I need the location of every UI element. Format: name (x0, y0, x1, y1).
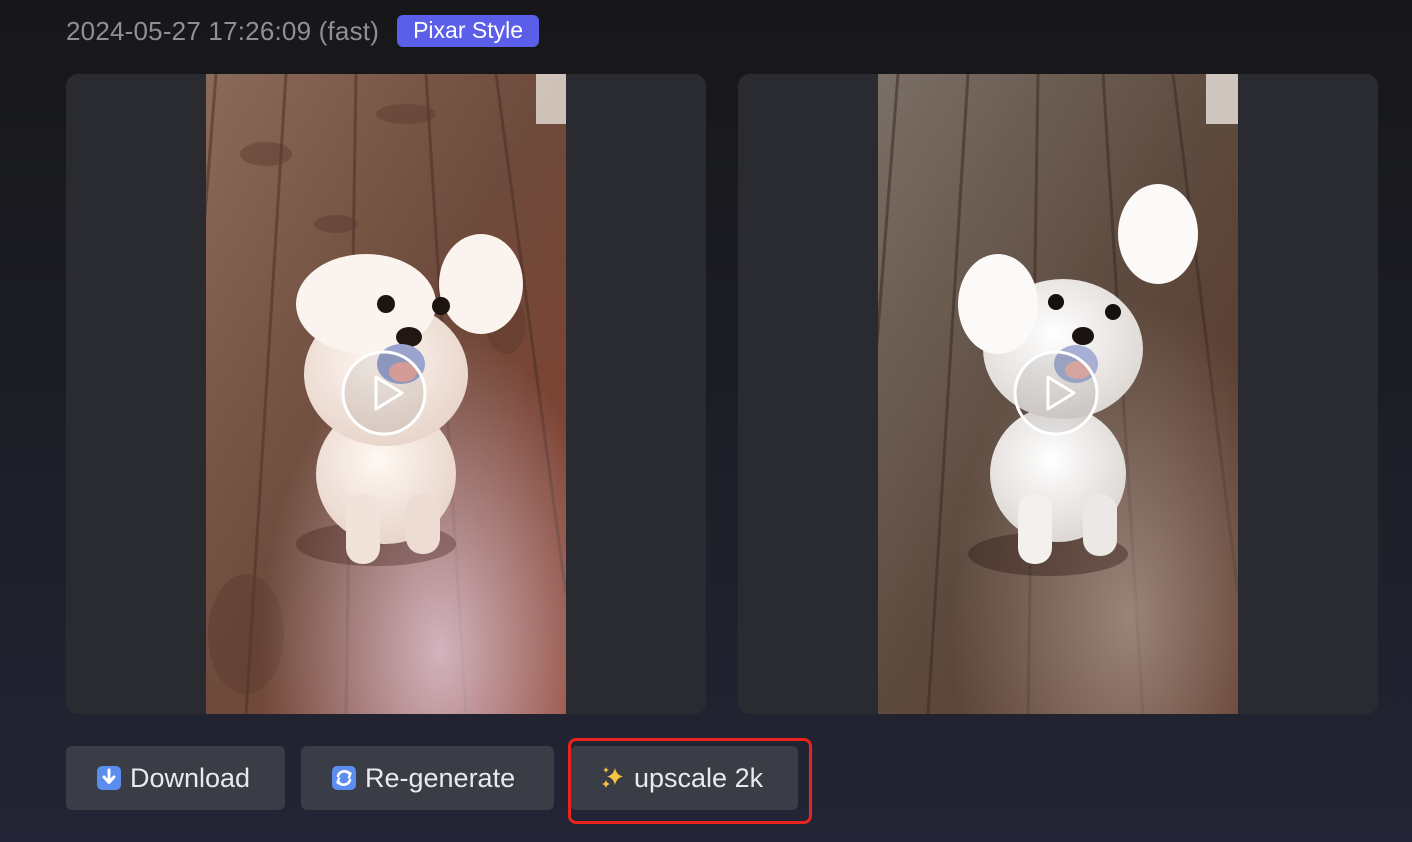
regenerate-button[interactable]: Re-generate (301, 746, 554, 810)
download-label: Download (130, 762, 251, 793)
regenerate-label: Re-generate (365, 762, 516, 793)
play-icon[interactable] (1013, 350, 1099, 436)
upscale-2k-button[interactable]: upscale 2k (570, 746, 798, 810)
play-icon[interactable] (341, 350, 427, 436)
result-video-card (66, 74, 706, 714)
result-video[interactable] (206, 74, 566, 714)
style-badge: Pixar Style (397, 15, 540, 47)
result-header: 2024-05-27 17:26:09 (fast) Pixar Style (66, 12, 540, 50)
refresh-icon (332, 766, 356, 790)
source-video[interactable] (878, 74, 1238, 714)
download-button[interactable]: Download (66, 746, 285, 810)
upscale-label: upscale 2k (634, 762, 764, 793)
source-video-card (738, 74, 1378, 714)
action-bar: Download Re-generate upscale 2k (66, 746, 798, 810)
sparkles-icon (602, 767, 623, 788)
generation-timestamp: 2024-05-27 17:26:09 (fast) (66, 15, 380, 46)
down-arrow-icon (97, 766, 121, 790)
